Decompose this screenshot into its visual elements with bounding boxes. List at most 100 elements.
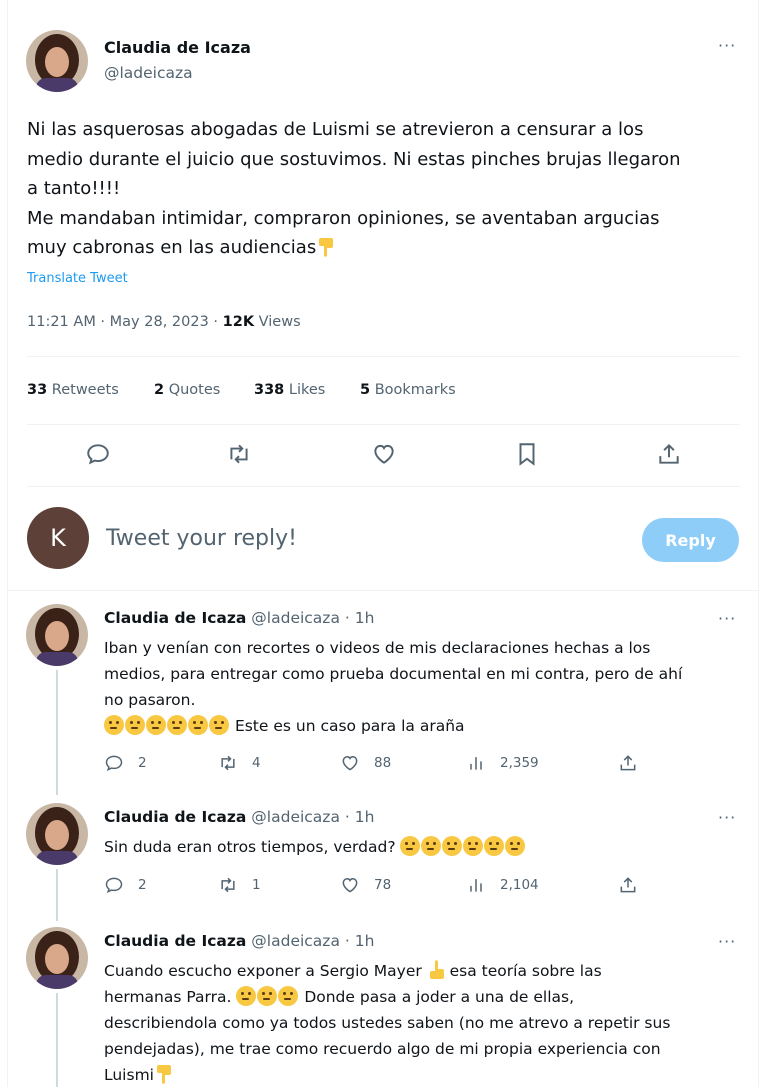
more-horizontal-icon[interactable]: ··· bbox=[718, 36, 736, 55]
pointing-up-hand-icon bbox=[429, 960, 444, 979]
reply-text-segment: hermanas Parra. bbox=[104, 988, 232, 1006]
pointing-down-hand-icon bbox=[156, 1065, 171, 1084]
bookmark-icon[interactable] bbox=[514, 441, 540, 467]
translate-tweet-link[interactable]: Translate Tweet bbox=[27, 271, 128, 286]
timestamp-text: 11:21 AM · May 28, 2023 · bbox=[27, 314, 223, 330]
reply-action-like[interactable]: 78 bbox=[340, 875, 391, 895]
share-icon bbox=[620, 877, 636, 893]
tweet-text-line: Ni las asquerosas abogadas de Luismi se … bbox=[27, 119, 644, 140]
reply-icon bbox=[105, 755, 123, 772]
reply-icon[interactable] bbox=[85, 441, 111, 467]
thinking-face-icon bbox=[209, 715, 229, 735]
reply-author-name[interactable]: Claudia de Icaza bbox=[104, 808, 246, 826]
retweet-icon[interactable] bbox=[226, 441, 252, 467]
reply-text-line: hermanas Parra. Donde pasa a joder a una… bbox=[104, 984, 749, 1010]
likes-stat[interactable]: 338 Likes bbox=[254, 382, 325, 398]
avatar-photo bbox=[26, 803, 88, 865]
thinking-face-icon bbox=[484, 836, 505, 856]
tweet-timestamp[interactable]: 11:21 AM · May 28, 2023 · 12K Views bbox=[27, 314, 301, 330]
more-horizontal-icon[interactable]: ··· bbox=[718, 808, 736, 827]
more-horizontal-icon[interactable]: ··· bbox=[718, 609, 736, 628]
tweet-text-line: medio durante el juicio que sostuvimos. … bbox=[27, 148, 681, 170]
reply-action-retweet[interactable]: 4 bbox=[218, 753, 261, 773]
reply-header[interactable]: Claudia de Icaza @ladeicaza · 1h bbox=[104, 932, 374, 950]
retweets-count: 33 bbox=[27, 382, 48, 398]
share-icon bbox=[620, 755, 636, 771]
author-avatar[interactable] bbox=[26, 30, 88, 92]
divider bbox=[27, 424, 740, 425]
share-icon[interactable] bbox=[656, 441, 682, 467]
reply-count: 2 bbox=[138, 877, 147, 893]
reply-author-name[interactable]: Claudia de Icaza bbox=[104, 609, 246, 627]
reply-avatar[interactable] bbox=[26, 927, 88, 989]
user-avatar[interactable]: K bbox=[27, 507, 89, 569]
reply-action-reply[interactable]: 2 bbox=[104, 753, 147, 773]
reply-text: Iban y venían con recortes o videos de m… bbox=[104, 635, 749, 739]
views-label: Views bbox=[254, 314, 301, 330]
bookmarks-count: 5 bbox=[360, 382, 371, 398]
reply-text-segment: Cuando escucho exponer a Sergio Mayer bbox=[104, 962, 422, 980]
reply-action-share[interactable] bbox=[618, 753, 638, 773]
reply-action-retweet[interactable]: 1 bbox=[218, 875, 261, 895]
reply-emoji-line: Este es un caso para la araña bbox=[104, 713, 749, 739]
reply-text-line: Iban y venían con recortes o videos de m… bbox=[104, 639, 651, 657]
divider bbox=[27, 356, 740, 357]
reply-header[interactable]: Claudia de Icaza @ladeicaza · 1h bbox=[104, 808, 374, 826]
reply-input[interactable]: Tweet your reply! bbox=[106, 526, 297, 551]
like-icon[interactable] bbox=[371, 441, 397, 467]
reply-action-reply[interactable]: 2 bbox=[104, 875, 147, 895]
reply-author-name[interactable]: Claudia de Icaza bbox=[104, 932, 246, 950]
reply-text-line: no pasaron. bbox=[104, 691, 196, 709]
reply-count: 2 bbox=[138, 755, 147, 771]
more-horizontal-icon[interactable]: ··· bbox=[718, 932, 736, 951]
reply-avatar[interactable] bbox=[26, 803, 88, 865]
thinking-face-icon bbox=[236, 986, 257, 1006]
thinking-face-icon bbox=[463, 836, 484, 856]
thinking-face-icon bbox=[125, 715, 145, 735]
avatar-photo bbox=[26, 927, 88, 989]
retweet-count: 1 bbox=[252, 877, 261, 893]
avatar-photo bbox=[26, 604, 88, 666]
tweet-text-line: a tanto!!!! bbox=[27, 178, 121, 199]
user-avatar-letter: K bbox=[50, 524, 66, 552]
like-count: 88 bbox=[374, 755, 392, 771]
reply-text-segment: esa teoría sobre las bbox=[449, 962, 602, 980]
author-name[interactable]: Claudia de Icaza bbox=[104, 38, 251, 57]
quotes-stat[interactable]: 2 Quotes bbox=[154, 382, 220, 398]
bookmarks-stat[interactable]: 5 Bookmarks bbox=[360, 382, 456, 398]
author-handle[interactable]: @ladeicaza bbox=[104, 64, 193, 82]
quotes-label: Quotes bbox=[164, 382, 221, 398]
thinking-face-icon bbox=[104, 715, 124, 735]
reply-action-views[interactable]: 2,359 bbox=[466, 753, 539, 773]
reply-handle-time[interactable]: @ladeicaza · 1h bbox=[251, 808, 374, 826]
reply-emoji-line-text: Este es un caso para la araña bbox=[234, 717, 465, 735]
retweet-icon bbox=[221, 877, 235, 893]
thinking-face-icon bbox=[442, 836, 463, 856]
like-icon bbox=[342, 877, 358, 893]
reply-action-share[interactable] bbox=[618, 875, 638, 895]
reply-text-segment: Donde pasa a joder a una de ellas, bbox=[304, 988, 575, 1006]
reply-handle-time[interactable]: @ladeicaza · 1h bbox=[251, 932, 374, 950]
views-icon bbox=[470, 757, 482, 770]
thinking-face-icon bbox=[188, 715, 208, 735]
reply-text-line: describiendola como ya todos ustedes sab… bbox=[104, 1014, 671, 1032]
reply-avatar[interactable] bbox=[26, 604, 88, 666]
thinking-face-icon bbox=[257, 986, 278, 1006]
reply-button[interactable]: Reply bbox=[642, 518, 739, 562]
thinking-face-icon bbox=[421, 836, 442, 856]
like-count: 78 bbox=[374, 877, 392, 893]
retweets-stat[interactable]: 33 Retweets bbox=[27, 382, 119, 398]
views-count: 12K bbox=[222, 314, 255, 330]
reply-text-line: medios, para entregar como prueba docume… bbox=[104, 665, 683, 683]
reply-text: Sin duda eran otros tiempos, verdad? bbox=[104, 834, 749, 860]
reply-handle-time[interactable]: @ladeicaza · 1h bbox=[251, 609, 374, 627]
reply-action-views[interactable]: 2,104 bbox=[466, 875, 539, 895]
reply-header[interactable]: Claudia de Icaza @ladeicaza · 1h bbox=[104, 609, 374, 627]
tweet-text-line: muy cabronas en las audiencias bbox=[27, 233, 747, 263]
reply-action-like[interactable]: 88 bbox=[340, 753, 391, 773]
divider bbox=[27, 486, 740, 487]
retweet-icon bbox=[221, 755, 235, 771]
likes-label: Likes bbox=[284, 382, 326, 398]
tweet-text-line-5: muy cabronas en las audiencias bbox=[27, 237, 317, 258]
tweet-text: Ni las asquerosas abogadas de Luismi se … bbox=[27, 115, 747, 263]
